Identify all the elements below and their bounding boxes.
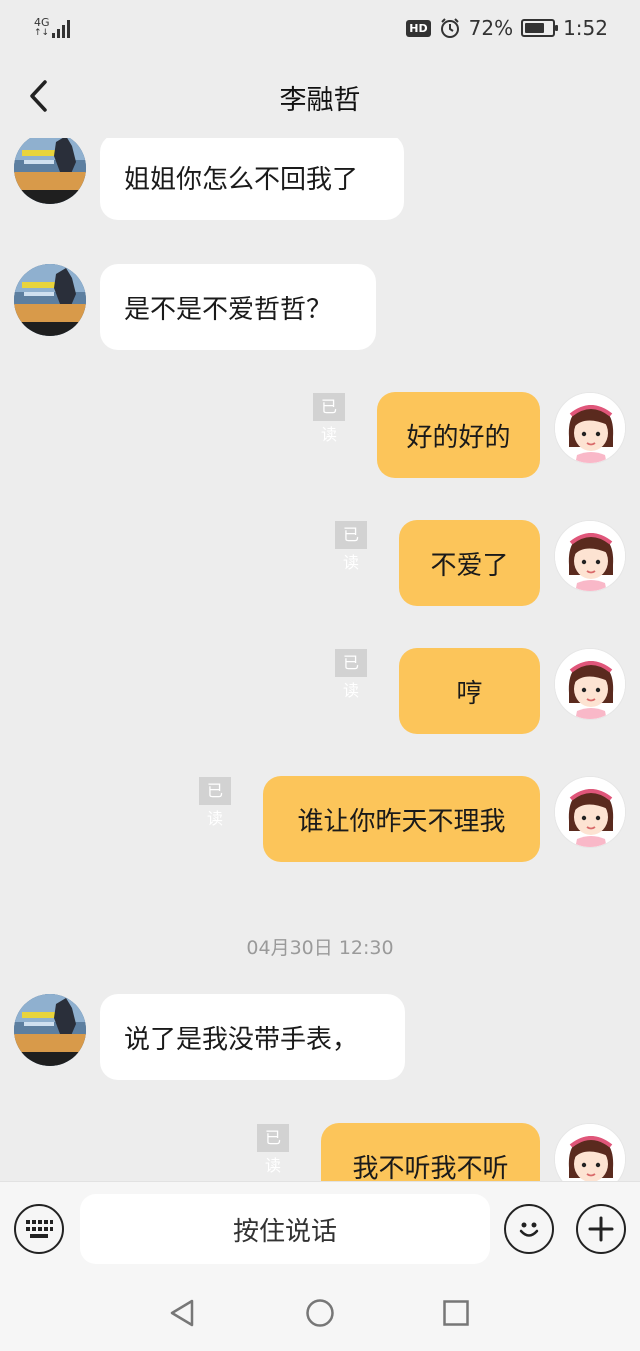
message-bubble[interactable]: 谁让你昨天不理我	[263, 776, 540, 862]
chat-message-list[interactable]: 姐姐你怎么不回我了 是不是不爱哲哲？ 已读 好的好的 已读 不爱了 已读 哼 已…	[0, 138, 640, 1181]
read-status-badge: 已读	[335, 521, 368, 572]
network-indicator: 4G ↑↓	[34, 16, 50, 38]
alarm-icon	[440, 18, 459, 38]
battery-icon	[521, 19, 559, 37]
message-bubble[interactable]: 哼	[399, 648, 540, 734]
contact-avatar[interactable]	[14, 138, 86, 204]
game-art-avatar-icon	[14, 138, 86, 204]
my-avatar[interactable]	[554, 520, 626, 592]
my-avatar[interactable]	[554, 392, 626, 464]
message-timestamp: 04月30日 12:30	[246, 937, 394, 959]
message-bubble[interactable]: 好的好的	[377, 392, 540, 478]
my-avatar[interactable]	[554, 648, 626, 720]
girl-avatar-icon	[555, 393, 625, 463]
keyboard-toggle-button[interactable]	[14, 1204, 64, 1254]
my-avatar[interactable]	[554, 776, 626, 848]
more-actions-button[interactable]	[576, 1204, 626, 1254]
battery-level	[525, 23, 544, 33]
chat-input-bar: 按住说话	[0, 1181, 640, 1275]
girl-avatar-icon	[555, 649, 625, 719]
signal-strength-icon	[51, 20, 70, 38]
hold-to-talk-button[interactable]: 按住说话	[80, 1194, 490, 1264]
smiley-icon	[519, 1222, 539, 1237]
emoji-button[interactable]	[504, 1204, 554, 1254]
contact-avatar[interactable]	[14, 264, 86, 336]
status-right: HD 72% 1:52	[406, 16, 608, 40]
system-navigation-bar	[0, 1275, 640, 1351]
game-art-avatar-icon	[14, 264, 86, 336]
message-bubble[interactable]: 不爱了	[399, 520, 540, 606]
girl-avatar-icon	[555, 777, 625, 847]
girl-avatar-icon	[555, 1124, 625, 1181]
message-bubble[interactable]: 姐姐你怎么不回我了	[100, 138, 404, 220]
system-recents-button[interactable]	[440, 1297, 472, 1329]
clock-time: 1:52	[563, 16, 608, 40]
system-home-button[interactable]	[304, 1297, 336, 1329]
hd-icon: HD	[406, 19, 431, 37]
square-recents-icon	[443, 1300, 469, 1326]
circle-home-icon	[306, 1299, 334, 1327]
page-title: 李融哲	[279, 84, 361, 116]
read-status-badge: 已读	[257, 1124, 290, 1175]
contact-avatar[interactable]	[14, 994, 86, 1066]
read-status-badge: 已读	[335, 649, 368, 700]
girl-avatar-icon	[555, 521, 625, 591]
plus-icon	[588, 1216, 614, 1242]
message-bubble[interactable]: 我不听我不听	[321, 1123, 540, 1181]
back-button[interactable]	[18, 76, 58, 116]
battery-percent: 72%	[468, 16, 514, 40]
system-back-button[interactable]	[166, 1297, 198, 1329]
my-avatar[interactable]	[554, 1123, 626, 1181]
read-status-badge: 已读	[199, 777, 232, 828]
keyboard-icon	[26, 1220, 53, 1238]
status-bar: 4G ↑↓ HD 72% 1:52	[0, 0, 640, 56]
game-art-avatar-icon	[14, 994, 86, 1066]
chevron-left-icon	[30, 80, 47, 112]
triangle-back-icon	[170, 1299, 194, 1327]
read-status-badge: 已读	[313, 393, 346, 444]
chat-header: 李融哲	[0, 56, 640, 138]
message-bubble[interactable]: 说了是我没带手表，	[100, 994, 405, 1080]
signal-area: 4G ↑↓	[34, 16, 70, 38]
message-bubble[interactable]: 是不是不爱哲哲？	[100, 264, 376, 350]
